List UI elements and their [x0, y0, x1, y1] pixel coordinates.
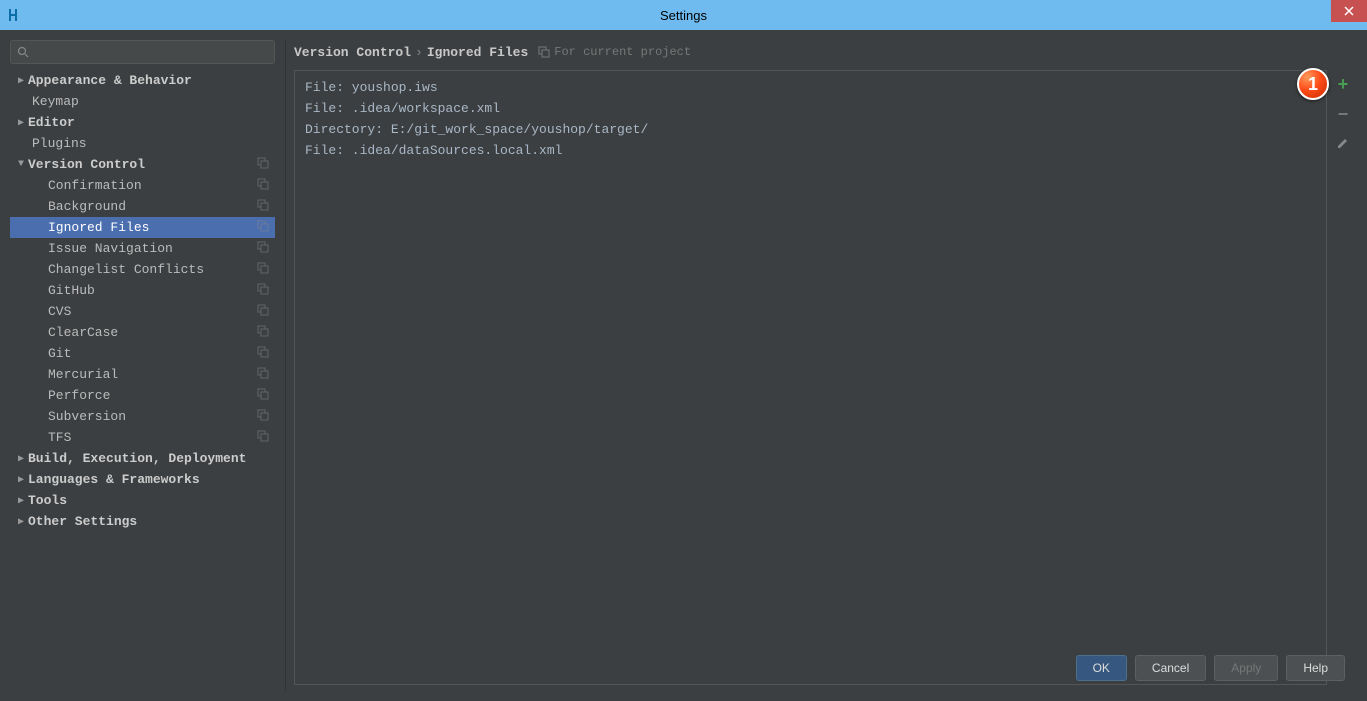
sidebar-item-appearance-behavior[interactable]: ▶Appearance & Behavior — [10, 70, 275, 91]
sidebar: ▶Appearance & BehaviorKeymap▶EditorPlugi… — [10, 40, 275, 691]
sidebar-item-label: GitHub — [48, 283, 95, 298]
remove-button[interactable]: − — [1338, 106, 1349, 126]
sidebar-item-label: Appearance & Behavior — [28, 73, 192, 88]
sidebar-item-label: Changelist Conflicts — [48, 262, 204, 277]
tree-arrow-icon: ▼ — [14, 159, 28, 170]
search-box[interactable] — [10, 40, 275, 64]
project-scope-icon — [257, 283, 269, 299]
main-panel: Version Control › Ignored Files For curr… — [285, 40, 1357, 691]
dialog-footer: OK Cancel Apply Help — [1076, 655, 1345, 681]
project-scope-icon — [257, 409, 269, 425]
sidebar-item-clearcase[interactable]: ClearCase — [10, 322, 275, 343]
sidebar-item-cvs[interactable]: CVS — [10, 301, 275, 322]
sidebar-item-label: Build, Execution, Deployment — [28, 451, 246, 466]
project-scope-icon — [257, 346, 269, 362]
cancel-button[interactable]: Cancel — [1135, 655, 1206, 681]
sidebar-item-label: Git — [48, 346, 71, 361]
sidebar-item-confirmation[interactable]: Confirmation — [10, 175, 275, 196]
sidebar-item-label: Keymap — [32, 94, 79, 109]
tree-arrow-icon: ▶ — [14, 117, 28, 129]
sidebar-item-plugins[interactable]: Plugins — [10, 133, 275, 154]
project-scope-icon — [257, 241, 269, 257]
sidebar-item-label: Version Control — [28, 157, 145, 172]
sidebar-item-label: Other Settings — [28, 514, 137, 529]
list-item[interactable]: File: .idea/workspace.xml — [305, 98, 1316, 119]
tree-arrow-icon: ▶ — [14, 495, 28, 507]
sidebar-item-version-control[interactable]: ▼Version Control — [10, 154, 275, 175]
breadcrumb-hint: For current project — [538, 45, 691, 59]
add-button[interactable]: + — [1338, 76, 1349, 96]
titlebar: Settings — [0, 0, 1367, 30]
sidebar-item-keymap[interactable]: Keymap — [10, 91, 275, 112]
sidebar-item-label: Perforce — [48, 388, 110, 403]
sidebar-item-issue-navigation[interactable]: Issue Navigation — [10, 238, 275, 259]
project-scope-icon — [257, 178, 269, 194]
sidebar-item-github[interactable]: GitHub — [10, 280, 275, 301]
settings-tree: ▶Appearance & BehaviorKeymap▶EditorPlugi… — [10, 70, 275, 691]
project-scope-icon — [257, 430, 269, 446]
sidebar-item-other-settings[interactable]: ▶Other Settings — [10, 511, 275, 532]
sidebar-item-changelist-conflicts[interactable]: Changelist Conflicts — [10, 259, 275, 280]
project-scope-icon — [257, 262, 269, 278]
tree-arrow-icon: ▶ — [14, 75, 28, 87]
project-scope-icon — [257, 199, 269, 215]
sidebar-item-editor[interactable]: ▶Editor — [10, 112, 275, 133]
tree-arrow-icon: ▶ — [14, 474, 28, 486]
close-button[interactable] — [1331, 0, 1367, 22]
sidebar-item-label: Editor — [28, 115, 75, 130]
project-scope-icon — [257, 220, 269, 236]
window-title: Settings — [660, 8, 707, 23]
tree-arrow-icon: ▶ — [14, 516, 28, 528]
sidebar-item-label: Tools — [28, 493, 67, 508]
sidebar-item-background[interactable]: Background — [10, 196, 275, 217]
content: ▶Appearance & BehaviorKeymap▶EditorPlugi… — [0, 30, 1367, 701]
apply-button[interactable]: Apply — [1214, 655, 1278, 681]
search-input[interactable] — [33, 45, 268, 59]
help-button[interactable]: Help — [1286, 655, 1345, 681]
breadcrumb-separator: › — [415, 45, 423, 60]
sidebar-item-label: Subversion — [48, 409, 126, 424]
search-icon — [17, 46, 29, 58]
project-scope-icon — [257, 388, 269, 404]
sidebar-item-label: Confirmation — [48, 178, 142, 193]
project-scope-icon — [257, 367, 269, 383]
ignored-files-list[interactable]: File: youshop.iwsFile: .idea/workspace.x… — [294, 70, 1327, 685]
sidebar-item-label: TFS — [48, 430, 71, 445]
edit-button[interactable] — [1336, 136, 1350, 154]
sidebar-item-tools[interactable]: ▶Tools — [10, 490, 275, 511]
tree-arrow-icon: ▶ — [14, 453, 28, 465]
list-item[interactable]: Directory: E:/git_work_space/youshop/tar… — [305, 119, 1316, 140]
sidebar-item-label: Background — [48, 199, 126, 214]
ok-button[interactable]: OK — [1076, 655, 1127, 681]
sidebar-item-ignored-files[interactable]: Ignored Files — [10, 217, 275, 238]
breadcrumb-leaf: Ignored Files — [427, 45, 528, 60]
sidebar-item-subversion[interactable]: Subversion — [10, 406, 275, 427]
app-icon — [6, 5, 26, 25]
sidebar-item-label: Ignored Files — [48, 220, 149, 235]
breadcrumb-root[interactable]: Version Control — [294, 45, 411, 60]
project-scope-icon — [257, 304, 269, 320]
sidebar-item-label: Languages & Frameworks — [28, 472, 200, 487]
sidebar-item-perforce[interactable]: Perforce — [10, 385, 275, 406]
edit-icon — [1336, 136, 1350, 150]
sidebar-item-label: ClearCase — [48, 325, 118, 340]
sidebar-item-label: Plugins — [32, 136, 87, 151]
close-icon — [1344, 6, 1354, 16]
annotation-callout: 1 — [1297, 68, 1329, 100]
project-scope-icon — [257, 325, 269, 341]
sidebar-item-languages-frameworks[interactable]: ▶Languages & Frameworks — [10, 469, 275, 490]
sidebar-item-tfs[interactable]: TFS — [10, 427, 275, 448]
project-scope-icon — [257, 157, 269, 173]
sidebar-item-build-execution-deployment[interactable]: ▶Build, Execution, Deployment — [10, 448, 275, 469]
sidebar-item-label: Issue Navigation — [48, 241, 173, 256]
sidebar-item-mercurial[interactable]: Mercurial — [10, 364, 275, 385]
sidebar-item-git[interactable]: Git — [10, 343, 275, 364]
sidebar-item-label: CVS — [48, 304, 71, 319]
breadcrumb: Version Control › Ignored Files For curr… — [286, 40, 1357, 64]
list-item[interactable]: File: .idea/dataSources.local.xml — [305, 140, 1316, 161]
list-toolbar: + − — [1329, 70, 1357, 154]
list-item[interactable]: File: youshop.iws — [305, 77, 1316, 98]
project-scope-icon — [538, 46, 550, 58]
sidebar-item-label: Mercurial — [48, 367, 118, 382]
